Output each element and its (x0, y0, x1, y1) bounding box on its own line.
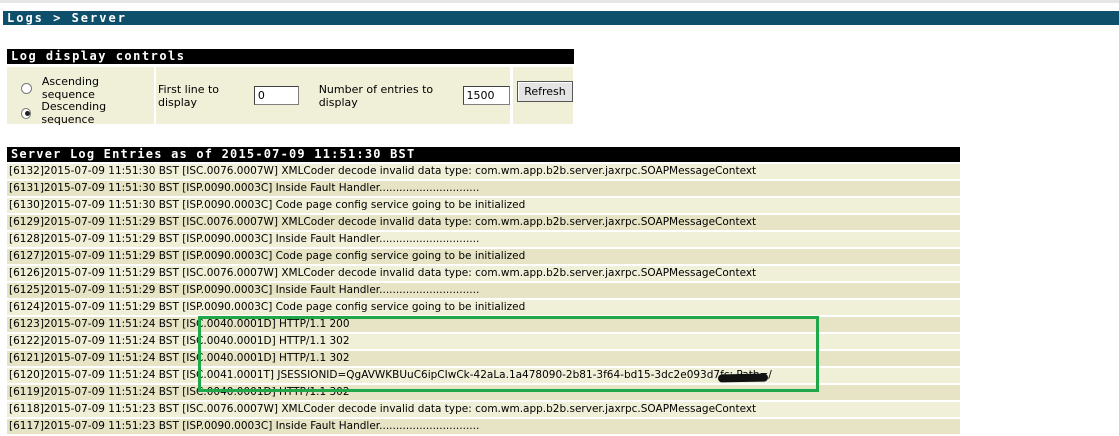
display-fields: First line to display 0 Number of entrie… (156, 67, 511, 124)
log-entry: [6126]2015-07-09 11:51:29 BST [ISC.0076.… (7, 266, 960, 281)
log-entry: [6129]2015-07-09 11:51:29 BST [ISC.0076.… (7, 215, 960, 230)
redaction-mark (717, 373, 769, 383)
top-border (0, 0, 1119, 3)
log-entry: [6118]2015-07-09 11:51:23 BST [ISC.0076.… (7, 402, 960, 417)
log-entry: [6117]2015-07-09 11:51:23 BST [ISP.0090.… (7, 419, 960, 434)
log-entry: [6127]2015-07-09 11:51:29 BST [ISP.0090.… (7, 249, 960, 264)
sequence-options: Ascending sequence Descending sequence (7, 67, 154, 126)
log-entry: [6124]2015-07-09 11:51:29 BST [ISP.0090.… (7, 300, 960, 315)
controls-title: Log display controls (7, 49, 574, 64)
server-log: Server Log Entries as of 2015-07-09 11:5… (7, 147, 960, 436)
breadcrumb: Logs > Server (3, 11, 1119, 25)
log-title: Server Log Entries as of 2015-07-09 11:5… (7, 147, 960, 162)
ascending-radio[interactable] (21, 82, 32, 94)
refresh-cell: Refresh (513, 67, 573, 124)
log-entry: [6128]2015-07-09 11:51:29 BST [ISP.0090.… (7, 232, 960, 247)
refresh-button[interactable]: Refresh (517, 81, 573, 102)
entries-label: Number of entries to display (318, 82, 434, 109)
log-entry: [6130]2015-07-09 11:51:30 BST [ISP.0090.… (7, 198, 960, 213)
descending-radio[interactable] (21, 107, 32, 119)
log-entry: [6131]2015-07-09 11:51:30 BST [ISP.0090.… (7, 181, 960, 196)
ascending-label: Ascending sequence (41, 75, 99, 101)
log-entries: [6132]2015-07-09 11:51:30 BST [ISC.0076.… (7, 164, 960, 434)
descending-label: Descending sequence (41, 100, 107, 126)
log-display-controls: Log display controls Ascending sequence … (7, 49, 574, 126)
ascending-option[interactable]: Ascending sequence (21, 75, 154, 101)
entries-input[interactable]: 1500 (462, 86, 511, 105)
log-entry: [6125]2015-07-09 11:51:29 BST [ISP.0090.… (7, 283, 960, 298)
first-line-label: First line to display (158, 82, 220, 109)
descending-option[interactable]: Descending sequence (21, 100, 154, 126)
first-line-input[interactable]: 0 (253, 86, 299, 105)
log-entry: [6132]2015-07-09 11:51:30 BST [ISC.0076.… (7, 164, 960, 179)
